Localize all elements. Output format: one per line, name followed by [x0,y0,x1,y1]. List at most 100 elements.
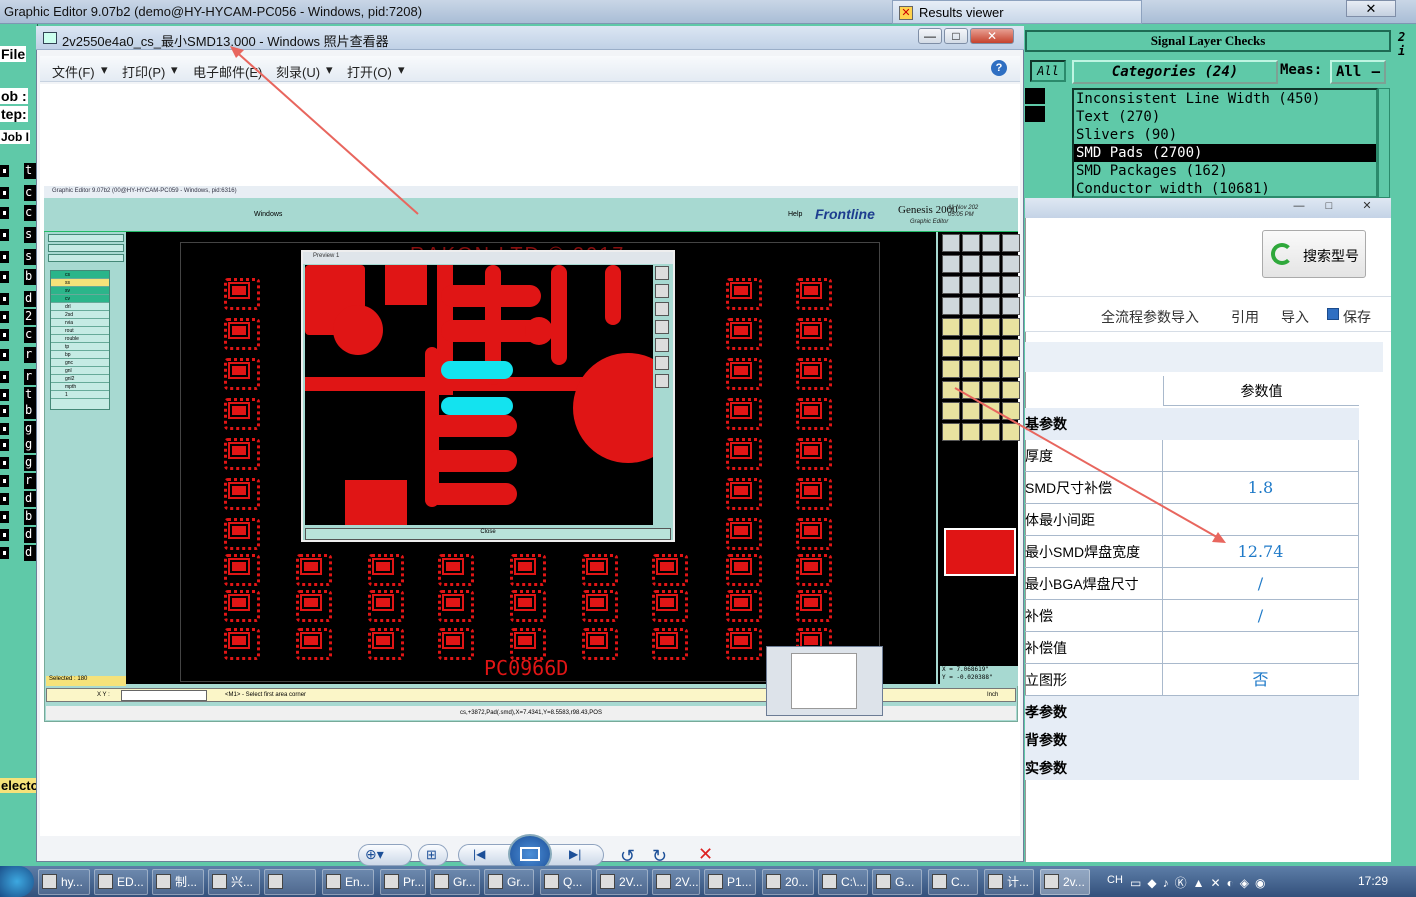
editor-tool-button[interactable] [942,360,960,378]
tray-icons[interactable]: ▭◆♪Ⓚ▲✕◐◈◉ [1130,874,1271,891]
layer-checkbox[interactable] [0,389,9,401]
layer-checkbox[interactable] [0,229,9,241]
next-icon[interactable]: ▶| [569,847,581,861]
taskbar-button[interactable]: Q... [540,869,592,895]
editor-tool-button[interactable] [1002,381,1020,399]
categories-button[interactable]: Categories (24) [1072,60,1278,84]
editor-tool-button[interactable] [962,423,980,441]
taskbar-button[interactable]: C... [928,869,978,895]
taskbar-button[interactable]: 兴... [208,869,260,895]
taskbar-button[interactable]: 2V... [596,869,648,895]
parameter-value[interactable]: 1.8 [1163,472,1359,504]
category-item[interactable]: SMD Packages (162) [1074,162,1376,180]
preview-tool-button[interactable] [655,284,669,298]
parameter-value[interactable] [1163,504,1359,536]
viewer-minimize-button[interactable]: — [918,28,942,44]
editor-tool-button[interactable] [982,339,1000,357]
editor-tool-button[interactable] [1002,276,1020,294]
import-button[interactable]: 导入 [1281,307,1309,327]
layer-row[interactable]: t [0,162,38,180]
layer-row[interactable]: d [0,544,38,562]
category-item[interactable]: Conductor width (10681) [1074,180,1376,196]
layer-row[interactable]: g [0,454,38,472]
layer-row[interactable]: d [0,526,38,544]
editor-tool-button[interactable] [982,360,1000,378]
editor-tool-button[interactable] [942,234,960,252]
taskbar-button[interactable]: 制... [152,869,204,895]
editor-tool-button[interactable] [942,381,960,399]
param-maximize-button[interactable]: □ [1317,200,1341,214]
layer-row[interactable]: r [0,472,38,490]
preview-tool-button[interactable] [655,320,669,334]
layer-row[interactable]: d [0,490,38,508]
reference-button[interactable]: 引用 [1231,307,1259,327]
editor-tool-button[interactable] [1002,402,1020,420]
viewer-close-button[interactable]: ✕ [970,28,1014,44]
parameter-row[interactable]: 补偿值 [1025,632,1359,664]
editor-tool-button[interactable] [942,297,960,315]
editor-tool-button[interactable] [982,255,1000,273]
taskbar-button[interactable]: En... [322,869,374,895]
taskbar-button[interactable]: Gr... [484,869,534,895]
layer-checkbox[interactable] [0,187,9,199]
editor-tool-button[interactable] [1002,360,1020,378]
parameter-group[interactable]: 基参数 [1025,408,1359,440]
editor-tool-button[interactable] [982,276,1000,294]
editor-tool-button[interactable] [982,402,1000,420]
editor-tool-button[interactable] [962,234,980,252]
layer-checkbox[interactable] [0,423,9,435]
categories-scrollbar[interactable] [1378,88,1390,198]
layer-row[interactable]: s [0,248,38,266]
rotate-right-icon[interactable]: ↻ [652,846,667,867]
layer-checkbox[interactable] [0,439,9,451]
parameter-value[interactable]: 否 [1163,664,1359,696]
editor-tool-button[interactable] [982,234,1000,252]
layer-row[interactable]: r [0,368,38,386]
layer-checkbox[interactable] [0,475,9,487]
taskbar-button[interactable]: C:\... [818,869,868,895]
import-all-params-button[interactable]: 全流程参数导入 [1101,307,1199,327]
categories-list[interactable]: Inconsistent Line Width (450) Text (270) S… [1072,88,1378,198]
preview-tool-button[interactable] [655,356,669,370]
preview-tool-button[interactable] [655,266,669,280]
layer-checkbox[interactable] [0,547,9,559]
editor-tool-button[interactable] [982,381,1000,399]
layer-row[interactable]: c [0,204,38,222]
input-language[interactable]: CH [1107,874,1123,886]
layer-checkbox[interactable] [0,293,9,305]
preview-tool-button[interactable] [655,374,669,388]
editor-tool-button[interactable] [962,255,980,273]
layer-checkbox[interactable] [0,349,9,361]
layer-checkbox[interactable] [0,329,9,341]
editor-tool-button[interactable] [962,339,980,357]
parameter-value[interactable] [1163,440,1359,472]
menu-burn[interactable]: 刻录(U) [276,62,320,81]
results-viewer-close-button[interactable]: ✕ [1346,0,1396,17]
category-item[interactable]: SMD Pads (2700) [1074,144,1376,162]
taskbar-button[interactable]: 2V... [652,869,700,895]
editor-tool-button[interactable] [942,318,960,336]
layer-row[interactable]: s [0,226,38,244]
category-item[interactable]: Text (270) [1074,108,1376,126]
taskbar-button[interactable] [264,869,316,895]
parameter-row[interactable]: 厚度 [1025,440,1359,472]
preview-tool-button[interactable] [655,302,669,316]
rotate-left-icon[interactable]: ↺ [620,846,635,867]
editor-tool-button[interactable] [942,423,960,441]
layer-row[interactable]: b [0,508,38,526]
menu-email[interactable]: 电子邮件(E) [193,62,262,81]
parameter-row[interactable]: 最小BGA焊盘尺寸 / [1025,568,1359,600]
layer-checkbox[interactable] [0,271,9,283]
editor-tool-button[interactable] [1002,234,1020,252]
editor-tool-button[interactable] [962,276,980,294]
results-viewer-titlebar[interactable]: ✕ Results viewer [892,0,1142,24]
param-minimize-button[interactable]: — [1287,200,1311,214]
layer-checkbox[interactable] [0,371,9,383]
taskbar-button[interactable]: G... [872,869,922,895]
taskbar-button[interactable]: Pr... [380,869,426,895]
delete-icon[interactable]: ✕ [698,844,713,865]
editor-tool-button[interactable] [1002,423,1020,441]
parameter-row[interactable]: 最小SMD焊盘宽度 12.74 [1025,536,1359,568]
parameter-row[interactable]: SMD尺寸补偿 1.8 [1025,472,1359,504]
parameter-row[interactable]: 立图形否 [1025,664,1359,696]
